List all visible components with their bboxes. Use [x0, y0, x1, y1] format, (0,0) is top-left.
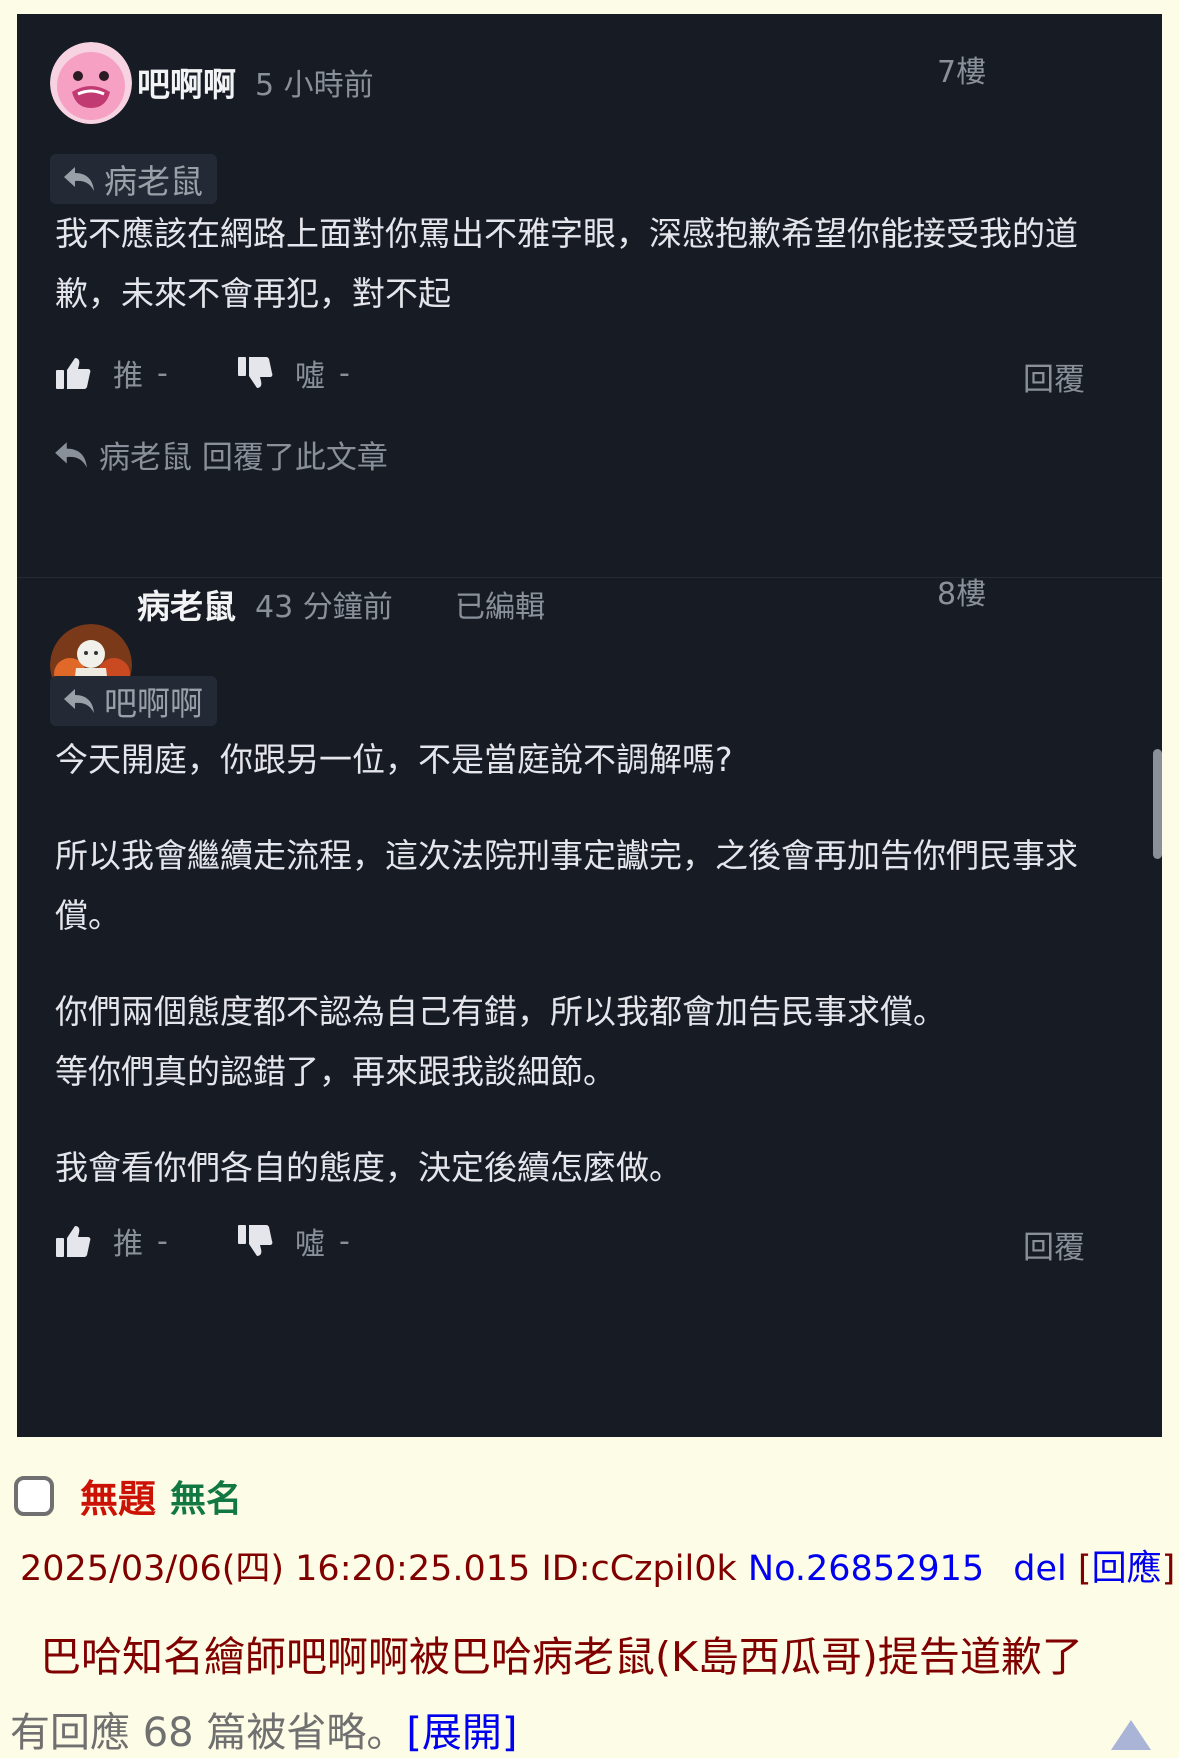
omitted-replies: 有回應 68 篇被省略。[展開]	[10, 1700, 518, 1758]
comment-paragraph: 等你們真的認錯了，再來跟我談細節。	[55, 1052, 616, 1091]
bracket-open: [	[1077, 1549, 1092, 1589]
dislike-label: 噓	[295, 359, 325, 394]
comment-paragraph: 我不應該在網路上面對你罵出不雅字眼，深感抱歉希望你能接受我的道歉，未來不會再犯，…	[55, 214, 1078, 313]
poster-id: ID:cCzpil0k	[541, 1549, 737, 1589]
avatar[interactable]	[50, 42, 132, 124]
quote-target: 吧啊啊	[104, 684, 203, 723]
comment-paragraph: 我會看你們各自的態度，決定後續怎麼做。	[55, 1148, 682, 1187]
scrollbar-thumb[interactable]	[1153, 749, 1162, 859]
comment-screenshot: 吧啊啊 5 小時前 7樓 病老鼠 我不應該在網路上面對你罵出不雅字眼，深感抱歉希…	[17, 14, 1162, 1437]
comment-paragraph: 所以我會繼續走流程，這次法院刑事定讞完，之後會再加告你們民事求償。	[55, 836, 1078, 935]
omitted-text: 有回應 68 篇被省略。	[10, 1710, 407, 1756]
floor-number[interactable]: 7樓	[937, 47, 986, 91]
like-button[interactable]: 推 -	[55, 351, 168, 395]
post-meta: 2025/03/06(四) 16:20:25.015 ID:cCzpil0k N…	[20, 1540, 1175, 1591]
scroll-top-arrow-icon[interactable]	[1111, 1720, 1151, 1750]
like-label: 推	[113, 1227, 143, 1262]
reply-arrow-icon	[64, 167, 94, 191]
like-button[interactable]: 推 -	[55, 1219, 168, 1263]
dislike-button[interactable]: 噓 -	[237, 351, 350, 395]
like-label: 推	[113, 359, 143, 394]
thumbs-down-icon	[238, 357, 273, 388]
delete-link[interactable]: del	[1013, 1549, 1066, 1589]
bracket-close: ]	[1161, 1549, 1176, 1589]
reply-link-label[interactable]: 回應	[1092, 1549, 1162, 1589]
comment-body: 我不應該在網路上面對你罵出不雅字眼，深感抱歉希望你能接受我的道歉，未來不會再犯，…	[55, 204, 1115, 324]
post-header: 無題 無名	[14, 1468, 242, 1523]
comment-paragraph: 今天開庭，你跟另一位，不是當庭說不調解嗎?	[55, 740, 733, 779]
reply-button[interactable]: 回覆	[1023, 1222, 1085, 1267]
reply-link[interactable]: [回應]	[1078, 1549, 1175, 1589]
reply-arrow-icon	[55, 441, 87, 468]
thumbs-up-icon	[56, 358, 91, 389]
post-title: 無題	[80, 1477, 157, 1521]
comment-author[interactable]: 病老鼠	[137, 580, 236, 628]
expand-link[interactable]: [展開]	[406, 1710, 517, 1756]
edited-label: 已編輯	[455, 590, 545, 625]
comment-author[interactable]: 吧啊啊	[137, 58, 236, 106]
post-number-link[interactable]: No.26852915	[748, 1549, 984, 1589]
like-count: -	[157, 1223, 168, 1259]
replied-notice-text: 病老鼠 回覆了此文章	[99, 440, 388, 476]
thumbs-down-icon	[238, 1225, 273, 1256]
comment-time: 5 小時前	[255, 68, 374, 103]
post-datetime: 2025/03/06(四) 16:20:25.015	[20, 1549, 531, 1589]
reply-arrow-icon	[64, 689, 94, 713]
dislike-count: -	[339, 1223, 350, 1259]
comment-divider	[17, 577, 1162, 578]
reply-button[interactable]: 回覆	[1023, 354, 1085, 399]
poster-name: 無名	[170, 1478, 243, 1520]
comment-body: 今天開庭，你跟另一位，不是當庭說不調解嗎? 所以我會繼續走流程，這次法院刑事定讞…	[55, 730, 1115, 1198]
dislike-label: 噓	[295, 1227, 325, 1262]
quote-tag[interactable]: 吧啊啊	[50, 676, 217, 726]
comment-paragraph: 你們兩個態度都不認為自己有錯，所以我都會加告民事求償。	[55, 992, 946, 1031]
floor-number[interactable]: 8樓	[937, 569, 986, 613]
post-subject: 巴哈知名繪師吧啊啊被巴哈病老鼠(K島西瓜哥)提告道歉了	[40, 1633, 1083, 1681]
thumbs-up-icon	[56, 1226, 91, 1257]
dislike-count: -	[339, 355, 350, 391]
dislike-button[interactable]: 噓 -	[237, 1219, 350, 1263]
comment-time: 43 分鐘前	[255, 590, 393, 625]
quote-target: 病老鼠	[104, 162, 203, 201]
quote-tag[interactable]: 病老鼠	[50, 154, 217, 204]
avatar-pink-face-icon	[50, 42, 132, 124]
replied-notice[interactable]: 病老鼠 回覆了此文章	[53, 432, 388, 477]
post-select-checkbox[interactable]	[14, 1475, 54, 1516]
like-count: -	[157, 355, 168, 391]
